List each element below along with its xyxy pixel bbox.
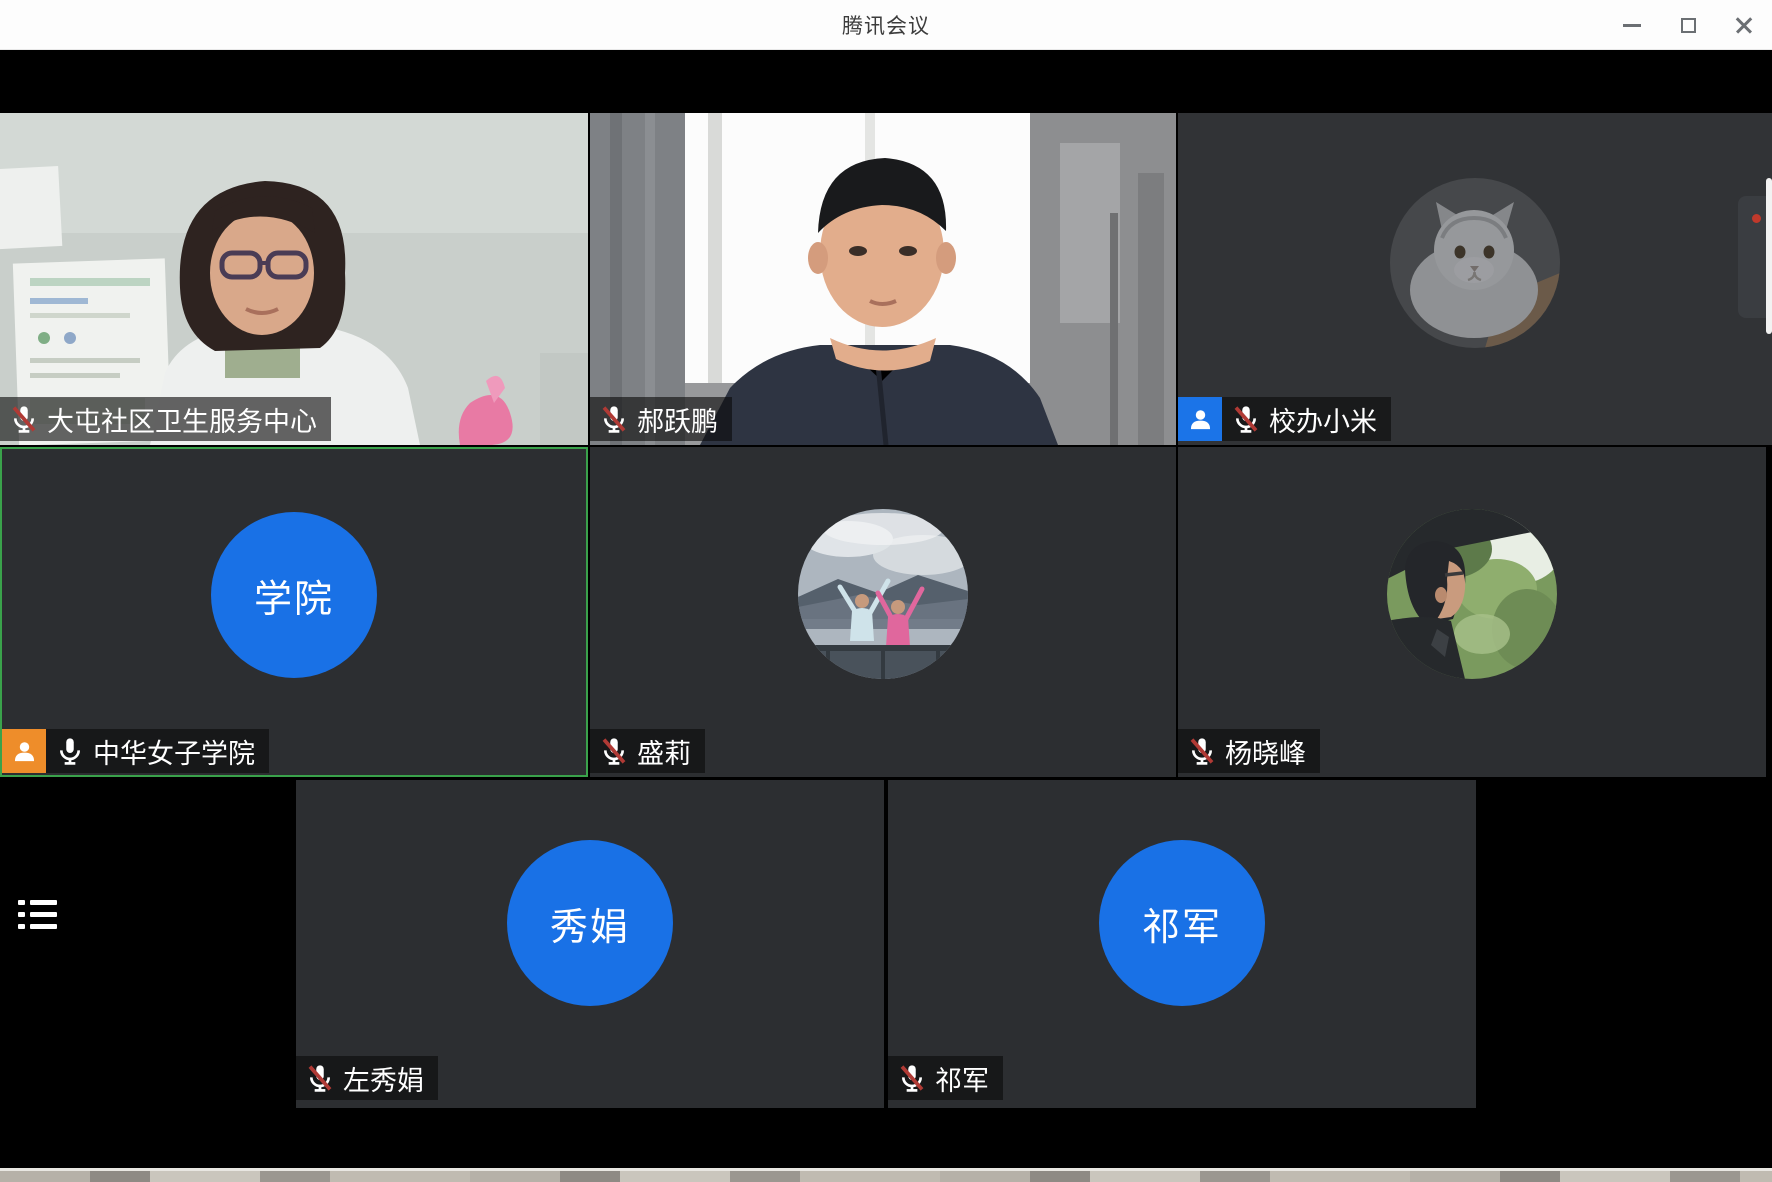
nameplate: 左秀娟	[296, 1056, 438, 1100]
maximize-icon	[1681, 18, 1696, 33]
participant-name: 大屯社区卫生服务中心	[47, 400, 317, 439]
nameplate: 祁军	[888, 1056, 1003, 1100]
video-tile-participant-5[interactable]: 盛莉	[590, 447, 1176, 777]
video-grid: 大屯社区卫生服务中心	[0, 50, 1772, 1170]
mic-muted-icon	[8, 402, 40, 436]
video-tile-participant-6[interactable]: 杨晓峰	[1178, 447, 1766, 777]
person-icon	[1187, 406, 1214, 433]
close-icon	[1735, 16, 1753, 34]
person-icon	[11, 738, 38, 765]
nameplate: 大屯社区卫生服务中心	[0, 397, 331, 441]
avatar-text: 祁军	[1142, 896, 1222, 951]
member-list-icon	[18, 900, 25, 905]
minimize-icon	[1623, 24, 1641, 27]
participant-name: 左秀娟	[343, 1059, 424, 1098]
mic-muted-icon	[1230, 402, 1262, 436]
live-video-man-window	[590, 113, 1176, 445]
video-tile-participant-3[interactable]: 校办小米	[1178, 113, 1772, 445]
maximize-button[interactable]	[1660, 0, 1716, 50]
participant-name: 杨晓峰	[1225, 732, 1306, 771]
mic-muted-icon	[598, 734, 630, 768]
mic-live-icon	[54, 734, 86, 768]
participant-name: 校办小米	[1269, 400, 1377, 439]
mic-muted-icon	[1186, 734, 1218, 768]
participant-name: 盛莉	[637, 732, 691, 771]
nameplate: 校办小米	[1222, 397, 1391, 441]
window-controls	[1604, 0, 1772, 50]
participant-name: 郝跃鹏	[637, 400, 718, 439]
side-panel-edge	[1766, 178, 1772, 334]
avatar-cat-photo	[1390, 178, 1560, 348]
nameplate: 中华女子学院	[46, 729, 269, 773]
recording-dot-icon	[1752, 214, 1761, 223]
avatar-photo-man-profile	[1387, 509, 1557, 679]
video-tile-participant-2[interactable]: 郝跃鹏	[590, 113, 1176, 445]
tencent-meeting-window: 腾讯会议	[0, 0, 1772, 1182]
video-tile-participant-4[interactable]: 学院 中华女子学院	[0, 447, 588, 777]
member-list-toggle[interactable]	[18, 898, 58, 932]
avatar-photo-two-people	[798, 509, 968, 679]
mic-muted-icon	[598, 402, 630, 436]
video-tile-participant-8[interactable]: 祁军 祁军	[888, 780, 1476, 1108]
avatar-initials: 秀娟	[507, 840, 673, 1006]
nameplate: 杨晓峰	[1178, 729, 1320, 773]
video-tile-participant-1[interactable]: 大屯社区卫生服务中心	[0, 113, 588, 445]
minimize-button[interactable]	[1604, 0, 1660, 50]
window-title: 腾讯会议	[842, 10, 930, 40]
window-titlebar: 腾讯会议	[0, 0, 1772, 50]
nameplate: 郝跃鹏	[590, 397, 732, 441]
close-button[interactable]	[1716, 0, 1772, 50]
live-video-woman-office	[0, 113, 588, 445]
avatar-initials: 学院	[211, 512, 377, 678]
nameplate: 盛莉	[590, 729, 705, 773]
side-panel-handle[interactable]	[1738, 196, 1766, 318]
avatar-text: 秀娟	[550, 896, 630, 951]
video-tile-participant-7[interactable]: 秀娟 左秀娟	[296, 780, 884, 1108]
participant-name: 祁军	[935, 1059, 989, 1098]
host-badge	[2, 729, 46, 773]
avatar-initials: 祁军	[1099, 840, 1265, 1006]
mic-muted-icon	[304, 1061, 336, 1095]
avatar-text: 学院	[254, 568, 334, 623]
participant-name: 中华女子学院	[93, 732, 255, 771]
member-badge	[1178, 397, 1222, 441]
mic-muted-icon	[896, 1061, 928, 1095]
desktop-background-sliver	[0, 1171, 1772, 1182]
